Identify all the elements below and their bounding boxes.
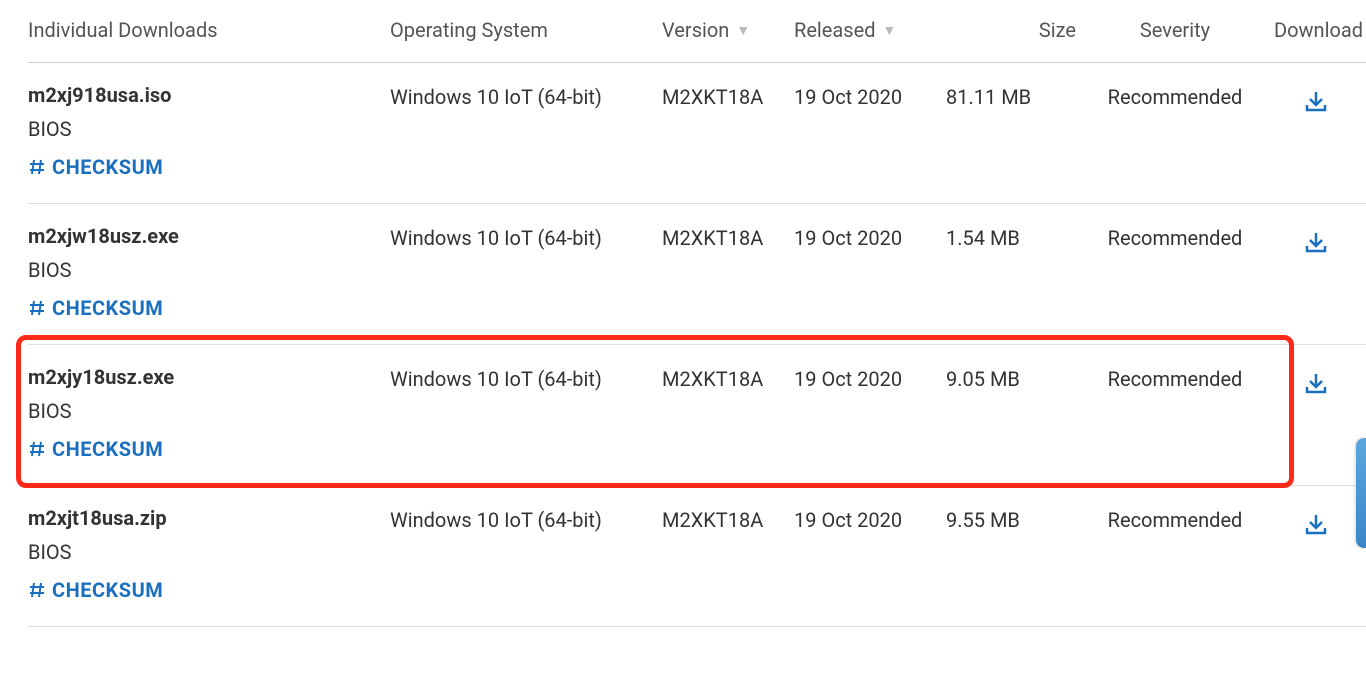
download-button[interactable] <box>1303 85 1329 115</box>
checksum-icon <box>28 299 46 317</box>
header-severity[interactable]: Severity <box>1084 0 1274 63</box>
cell-released: 19 Oct 2020 <box>794 204 946 345</box>
header-version[interactable]: Version ▼ <box>662 0 794 63</box>
filename: m2xj918usa.iso <box>28 83 382 107</box>
header-operating-system[interactable]: Operating System <box>390 0 662 63</box>
filename: m2xjw18usz.exe <box>28 224 382 248</box>
checksum-label: CHECKSUM <box>52 437 163 461</box>
checksum-label: CHECKSUM <box>52 155 163 179</box>
downloads-table: Individual Downloads Operating System Ve… <box>28 0 1366 627</box>
checksum-link[interactable]: CHECKSUM <box>28 296 163 320</box>
checksum-label: CHECKSUM <box>52 578 163 602</box>
file-category: BIOS <box>28 258 382 282</box>
cell-os: Windows 10 IoT (64-bit) <box>390 63 662 204</box>
cell-individual-download: m2xjw18usz.exe BIOS CHECKSUM <box>28 204 390 345</box>
cell-os: Windows 10 IoT (64-bit) <box>390 345 662 486</box>
cell-severity: Recommended <box>1084 63 1274 204</box>
filename: m2xjy18usz.exe <box>28 365 382 389</box>
header-released[interactable]: Released ▼ <box>794 0 946 63</box>
checksum-label: CHECKSUM <box>52 296 163 320</box>
cell-size: 81.11 MB <box>946 63 1084 204</box>
sort-indicator-icon: ▼ <box>736 22 750 39</box>
header-released-label: Released <box>794 18 875 42</box>
cell-individual-download: m2xjy18usz.exe BIOS CHECKSUM <box>28 345 390 486</box>
cell-download <box>1274 63 1366 204</box>
checksum-link[interactable]: CHECKSUM <box>28 578 163 602</box>
checksum-icon <box>28 581 46 599</box>
table-row: m2xj918usa.iso BIOS CHECKSUM Windows 10 IoT… <box>28 63 1366 204</box>
header-individual-downloads[interactable]: Individual Downloads <box>28 0 390 63</box>
sort-indicator-icon: ▼ <box>882 22 896 39</box>
table-row: m2xjw18usz.exe BIOS CHECKSUM Windows 10 IoT… <box>28 204 1366 345</box>
header-size[interactable]: Size <box>946 0 1084 63</box>
cell-severity: Recommended <box>1084 486 1274 627</box>
file-category: BIOS <box>28 540 382 564</box>
cell-released: 19 Oct 2020 <box>794 63 946 204</box>
cell-download <box>1274 486 1366 627</box>
cell-individual-download: m2xjt18usa.zip BIOS CHECKSUM <box>28 486 390 627</box>
header-version-label: Version <box>662 18 729 42</box>
download-button[interactable] <box>1303 226 1329 256</box>
filename: m2xjt18usa.zip <box>28 506 382 530</box>
file-category: BIOS <box>28 399 382 423</box>
cell-download <box>1274 345 1366 486</box>
download-button[interactable] <box>1303 367 1329 397</box>
cell-os: Windows 10 IoT (64-bit) <box>390 486 662 627</box>
cell-download <box>1274 204 1366 345</box>
cell-size: 9.55 MB <box>946 486 1084 627</box>
table-header-row: Individual Downloads Operating System Ve… <box>28 0 1366 63</box>
checksum-icon <box>28 440 46 458</box>
cell-severity: Recommended <box>1084 204 1274 345</box>
feedback-tab[interactable] <box>1356 438 1366 548</box>
cell-size: 1.54 MB <box>946 204 1084 345</box>
checksum-link[interactable]: CHECKSUM <box>28 155 163 179</box>
checksum-link[interactable]: CHECKSUM <box>28 437 163 461</box>
table-row: m2xjt18usa.zip BIOS CHECKSUM Windows 10 IoT… <box>28 486 1366 627</box>
cell-individual-download: m2xj918usa.iso BIOS CHECKSUM <box>28 63 390 204</box>
checksum-icon <box>28 158 46 176</box>
cell-version: M2XKT18A <box>662 63 794 204</box>
cell-version: M2XKT18A <box>662 486 794 627</box>
header-download[interactable]: Download <box>1274 0 1366 63</box>
cell-version: M2XKT18A <box>662 204 794 345</box>
cell-version: M2XKT18A <box>662 345 794 486</box>
cell-os: Windows 10 IoT (64-bit) <box>390 204 662 345</box>
cell-released: 19 Oct 2020 <box>794 486 946 627</box>
download-button[interactable] <box>1303 508 1329 538</box>
table-row: m2xjy18usz.exe BIOS CHECKSUM Windows 10 IoT… <box>28 345 1366 486</box>
cell-severity: Recommended <box>1084 345 1274 486</box>
file-category: BIOS <box>28 117 382 141</box>
cell-size: 9.05 MB <box>946 345 1084 486</box>
cell-released: 19 Oct 2020 <box>794 345 946 486</box>
